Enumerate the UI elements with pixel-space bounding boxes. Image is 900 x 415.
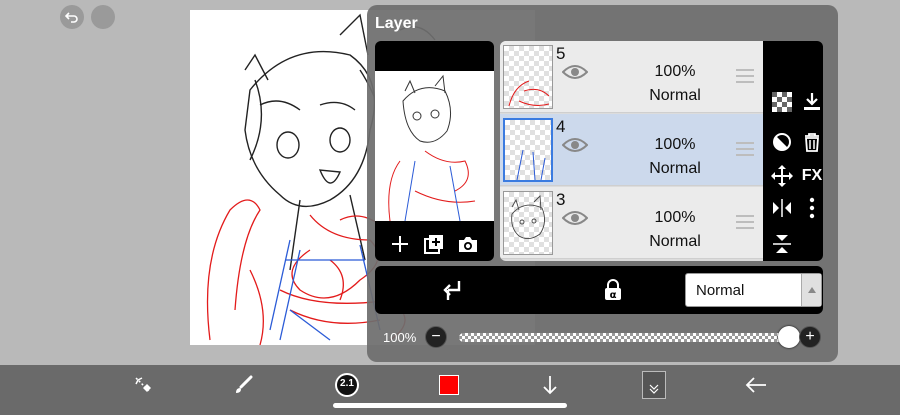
svg-text:α: α (610, 290, 617, 301)
layer-tools: FX (763, 41, 823, 261)
back-arrow-icon (745, 377, 766, 393)
download-button[interactable] (535, 370, 565, 400)
fx-label: FX (801, 167, 823, 184)
brush-icon (236, 375, 253, 393)
home-indicator (333, 403, 567, 408)
drag-handle-icon[interactable] (736, 215, 754, 233)
duplicate-layer-button[interactable] (421, 231, 447, 257)
selection-tool-icon (135, 377, 151, 393)
brush-size-value: 2.1 (340, 378, 354, 389)
undo-icon (65, 12, 78, 23)
back-button[interactable] (741, 370, 771, 400)
blend-mode-select[interactable]: Normal (685, 273, 822, 307)
opacity-decrease-button[interactable]: − (425, 326, 447, 348)
dropdown-arrow-icon (801, 274, 821, 306)
layer-blend-mode: Normal (649, 160, 701, 177)
layer-thumbnail (503, 45, 553, 109)
add-layer-button[interactable] (387, 231, 413, 257)
drag-handle-icon[interactable] (736, 69, 754, 87)
transparency-button[interactable] (769, 89, 795, 115)
layer-blend-mode: Normal (649, 233, 701, 250)
opacity-row: 100% − + (367, 323, 838, 353)
canvas-preview-thumbnail (375, 71, 494, 222)
blend-bar: α Normal (375, 266, 823, 314)
color-swatch (439, 375, 459, 395)
merge-down-button[interactable] (799, 89, 825, 115)
layer-number: 5 (556, 44, 566, 63)
plus-icon (392, 236, 408, 252)
layer-preview (375, 41, 494, 261)
layer-thumbnail (503, 118, 553, 182)
eye-icon[interactable] (562, 63, 588, 81)
half-circle-icon (773, 133, 791, 151)
undo-button[interactable] (60, 5, 84, 29)
alpha-lock-icon: α (605, 279, 621, 301)
flip-vertical-icon (773, 235, 791, 253)
clip-to-layer-button[interactable] (439, 277, 465, 303)
merge-down-icon (804, 93, 820, 110)
more-options-button[interactable] (799, 195, 825, 221)
layer-opacity: 100% (654, 63, 696, 80)
layer-thumbnail (503, 191, 553, 255)
layer-panel: Layer 5 100% Normal 4 100% Normal 3 100%… (367, 5, 838, 362)
drag-handle-icon[interactable] (736, 142, 754, 160)
layer-menu-button[interactable] (639, 370, 669, 400)
selection-tool-button[interactable] (128, 370, 158, 400)
opacity-slider[interactable] (459, 333, 789, 342)
eye-icon[interactable] (562, 209, 588, 227)
camera-icon (459, 237, 477, 252)
bottom-toolbar: 2.1 (0, 365, 900, 415)
layer-blend-mode: Normal (649, 87, 701, 104)
layer-row-5[interactable]: 5 100% Normal (500, 41, 763, 113)
brush-button[interactable] (228, 370, 258, 400)
duplicate-icon (424, 235, 443, 254)
redo-button[interactable] (91, 5, 115, 29)
clip-arrow-icon (443, 281, 461, 300)
opacity-slider-thumb[interactable] (778, 326, 800, 348)
fx-button[interactable]: FX (799, 163, 825, 189)
layer-number: 3 (556, 190, 566, 209)
layer-list: 5 100% Normal 4 100% Normal 3 100% Norma… (500, 41, 763, 261)
opacity-label: 100% (383, 330, 417, 345)
alpha-lock-button[interactable]: α (600, 277, 626, 303)
panel-title: Layer (375, 15, 418, 32)
blend-mode-value: Normal (696, 282, 745, 299)
delete-layer-button[interactable] (799, 129, 825, 155)
trash-icon (805, 133, 819, 152)
layer-menu-icon (642, 371, 666, 399)
layer-row-4[interactable]: 4 100% Normal (500, 114, 763, 186)
layer-opacity: 100% (654, 136, 696, 153)
brush-size-button[interactable]: 2.1 (332, 370, 362, 400)
clipping-button[interactable] (769, 129, 795, 155)
eye-icon[interactable] (562, 136, 588, 154)
layer-opacity: 100% (654, 209, 696, 226)
flip-horizontal-icon (773, 199, 791, 217)
download-icon (543, 376, 557, 395)
layer-number: 4 (556, 117, 566, 136)
flip-layer-vertical-button[interactable] (769, 231, 795, 257)
move-arrows-icon (771, 165, 793, 187)
flip-layer-horizontal-button[interactable] (769, 195, 795, 221)
import-photo-button[interactable] (455, 231, 481, 257)
more-vertical-icon (809, 197, 815, 219)
layer-row-3[interactable]: 3 100% Normal (500, 187, 763, 259)
color-button[interactable] (434, 370, 464, 400)
checkerboard-icon (772, 92, 792, 112)
opacity-increase-button[interactable]: + (799, 326, 821, 348)
move-button[interactable] (769, 163, 795, 189)
